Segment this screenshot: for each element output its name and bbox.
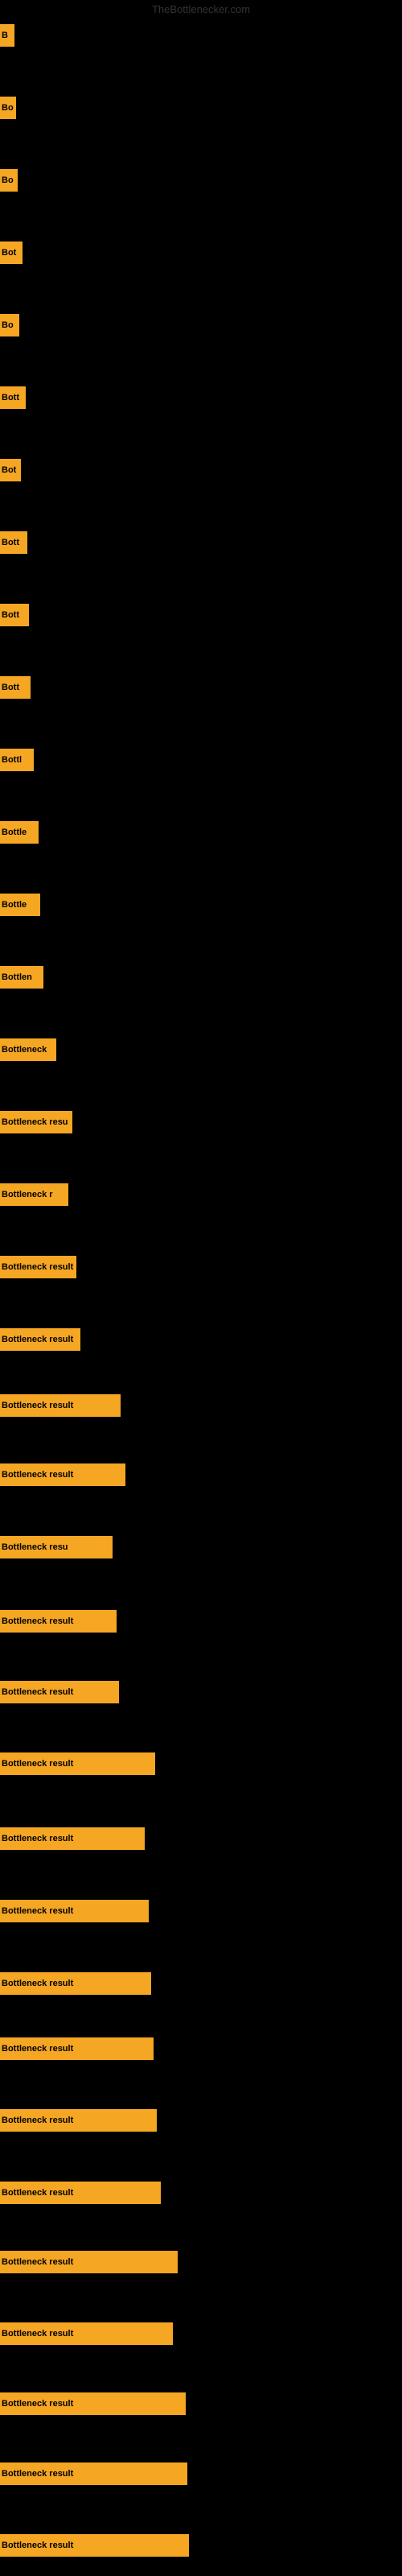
bottleneck-label: Bottleneck result [2,1834,73,1843]
bottleneck-bar: Bottlen [0,966,43,989]
bottleneck-label: Bottleneck result [2,1401,73,1410]
bottleneck-label: Bott [2,610,19,620]
bottleneck-label: Bo [2,103,14,113]
bottleneck-bar: Bottle [0,821,39,844]
bottleneck-bar: Bottleneck result [0,1972,151,1995]
bottleneck-bar: Bottleneck result [0,1827,145,1850]
bottleneck-bar: Bottleneck resu [0,1111,72,1133]
bottleneck-bar: Bottleneck r [0,1183,68,1206]
bottleneck-label: Bo [2,175,14,185]
bottleneck-label: Bottleneck result [2,1906,73,1916]
bottleneck-bar: Bott [0,676,31,699]
bottleneck-label: Bottl [2,755,22,765]
bottleneck-label: Bo [2,320,14,330]
bottleneck-label: Bottleneck resu [2,1117,68,1127]
bottleneck-bar: Bottleneck result [0,1463,125,1486]
bottleneck-label: Bottleneck result [2,1616,73,1626]
bottleneck-label: Bottleneck [2,1045,47,1055]
bottleneck-label: B [2,31,8,40]
bottleneck-bar: Bottleneck resu [0,1536,113,1558]
bottleneck-bar: Bottl [0,749,34,771]
bottleneck-bar: Bottle [0,894,40,916]
bottleneck-bar: Bot [0,459,21,481]
bottleneck-label: Bottlen [2,972,32,982]
bottleneck-label: Bottleneck resu [2,1542,68,1552]
bottleneck-label: Bott [2,683,19,692]
bottleneck-bar: Bottleneck result [0,1610,117,1633]
site-title: TheBottlenecker.com [0,3,402,15]
bottleneck-bar: Bottleneck result [0,2037,154,2060]
bottleneck-bar: Bottleneck result [0,2462,187,2485]
bottleneck-bar: Bottleneck result [0,2182,161,2204]
bottleneck-label: Bottle [2,828,27,837]
bottleneck-bar: Bottleneck result [0,2109,157,2132]
bottleneck-bar: Bottleneck result [0,2392,186,2415]
bottleneck-label: Bottleneck result [2,1759,73,1769]
bottleneck-bar: Bottleneck result [0,1681,119,1703]
bottleneck-label: Bottleneck result [2,1687,73,1697]
bottleneck-bar: Bott [0,604,29,626]
bottleneck-bar: Bottleneck result [0,2251,178,2273]
bottleneck-bar: Bottleneck result [0,2534,189,2557]
bottleneck-label: Bottleneck result [2,2188,73,2198]
bottleneck-label: Bottle [2,900,27,910]
bottleneck-label: Bott [2,538,19,547]
bottleneck-label: Bottleneck result [2,2044,73,2054]
bottleneck-label: Bottleneck result [2,1470,73,1480]
bottleneck-label: Bottleneck result [2,2116,73,2125]
bottleneck-label: Bot [2,465,16,475]
bottleneck-bar: Bottleneck result [0,1328,80,1351]
bottleneck-bar: Bo [0,97,16,119]
bottleneck-label: Bottleneck result [2,1262,73,1272]
bottleneck-label: Bottleneck r [2,1190,53,1199]
bottleneck-bar: Bottleneck [0,1038,56,1061]
bottleneck-label: Bottleneck result [2,1335,73,1344]
bottleneck-bar: Bo [0,314,19,336]
bottleneck-label: Bot [2,248,16,258]
bottleneck-label: Bott [2,393,19,402]
bottleneck-label: Bottleneck result [2,1979,73,1988]
bottleneck-bar: B [0,24,14,47]
bottleneck-bar: Bott [0,531,27,554]
bottleneck-bar: Bottleneck result [0,1900,149,1922]
bottleneck-bar: Bott [0,386,26,409]
bottleneck-bar: Bottleneck result [0,1394,121,1417]
bottleneck-label: Bottleneck result [2,2257,73,2267]
bottleneck-label: Bottleneck result [2,2541,73,2550]
bottleneck-bar: Bo [0,169,18,192]
bottleneck-label: Bottleneck result [2,2469,73,2479]
bottleneck-bar: Bottleneck result [0,1752,155,1775]
bottleneck-bar: Bottleneck result [0,2322,173,2345]
bottleneck-label: Bottleneck result [2,2399,73,2409]
bottleneck-bar: Bottleneck result [0,1256,76,1278]
bottleneck-label: Bottleneck result [2,2329,73,2339]
bottleneck-bar: Bot [0,242,23,264]
